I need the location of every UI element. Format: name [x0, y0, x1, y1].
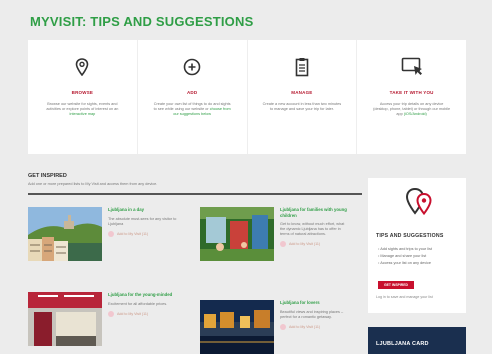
ljubljana-card-banner[interactable]: LJUBLJANA CARD [368, 327, 466, 354]
step-add[interactable]: ADD Create your own list of things to do… [138, 40, 248, 154]
card-desc: Beautiful views and inspiring places – p… [280, 309, 344, 319]
add-circle-icon [108, 230, 114, 237]
list-item: Add sights and trips to your list [378, 246, 432, 253]
card-desc: Get to know, without much effort, what t… [280, 222, 345, 236]
map-pin-icon [75, 54, 89, 80]
login-text[interactable]: Log in to save and manage your list [376, 295, 433, 299]
list-item[interactable]: Ljubljana for the young-minded Excitemen… [28, 292, 178, 346]
get-inspired-button[interactable]: GET INSPIRED [378, 281, 414, 289]
card-title[interactable]: Ljubljana for the young-minded [108, 292, 178, 298]
card-title[interactable]: Ljubljana for families with young childr… [280, 207, 350, 218]
list-item: Manage and share your list [378, 253, 432, 260]
step-label: TAKE IT WITH YOU [389, 90, 434, 95]
clipboard-icon [295, 54, 309, 80]
list-item: Access your list on any device [378, 260, 432, 267]
map-pins-icon [404, 186, 434, 227]
step-label: ADD [186, 90, 198, 95]
card-desc: The absolute must-sees for any visitor t… [108, 216, 177, 226]
tips-list: Add sights and trips to your list Manage… [378, 246, 432, 267]
ljubljana-castle-photo[interactable] [28, 207, 102, 261]
tips-sidebar: TIPS AND SUGGESTIONS Add sights and trip… [368, 178, 466, 313]
family-park-photo[interactable] [200, 207, 274, 261]
cafe-photo[interactable] [28, 292, 102, 346]
divider [28, 193, 362, 195]
page-title: MYVISIT: TIPS AND SUGGESTIONS [30, 14, 254, 29]
add-to-my-visit-link[interactable]: Add to My Visit (11) [280, 323, 350, 330]
add-to-my-visit-link[interactable]: Add to My Visit (11) [108, 310, 178, 317]
list-item[interactable]: Ljubljana in a day The absolute must-see… [28, 207, 178, 261]
step-desc: Create your own list of things to do and… [153, 102, 231, 116]
add-to-my-visit-link[interactable]: Add to My Visit (11) [280, 241, 350, 247]
list-item[interactable]: Ljubljana for lovers Beautiful views and… [200, 300, 350, 354]
steps-panel: BROWSE Browse our website for sights, ev… [28, 40, 466, 154]
get-inspired-subtitle: Add one or more prepared lists to My Vis… [28, 182, 158, 186]
list-item[interactable]: Ljubljana for families with young childr… [200, 207, 350, 261]
step-desc: Browse our website for sights, events an… [46, 102, 119, 116]
step-browse[interactable]: BROWSE Browse our website for sights, ev… [28, 40, 138, 154]
step-desc: Access your trip details on any device (… [373, 102, 451, 116]
step-label: MANAGE [291, 90, 313, 95]
mobile-app-link[interactable]: (iOS/Android) [404, 112, 427, 116]
add-circle-icon [183, 54, 201, 80]
add-circle-icon [280, 241, 286, 247]
add-to-my-visit-link[interactable]: Add to My Visit (11) [108, 230, 178, 237]
step-desc: Create a new account in less than two mi… [262, 102, 342, 111]
ljubljana-card-title: LJUBLJANA CARD [376, 341, 429, 347]
card-title[interactable]: Ljubljana in a day [108, 207, 178, 213]
interactive-map-link[interactable]: interactive map [70, 112, 96, 116]
step-label: BROWSE [71, 90, 94, 95]
add-circle-icon [108, 310, 114, 317]
step-take-it-with-you[interactable]: TAKE IT WITH YOU Access your trip detail… [357, 40, 466, 154]
add-circle-icon [280, 323, 286, 330]
night-riverbank-photo[interactable] [200, 300, 274, 354]
step-manage[interactable]: MANAGE Create a new account in less than… [248, 40, 358, 154]
card-title[interactable]: Ljubljana for lovers [280, 300, 350, 306]
get-inspired-heading: GET INSPIRED [28, 173, 67, 179]
tablet-touch-icon [401, 54, 423, 80]
tips-title: TIPS AND SUGGESTIONS [376, 233, 444, 239]
card-desc: Excitement for all affordable prices. [108, 301, 168, 306]
page: MYVISIT: TIPS AND SUGGESTIONS BROWSE Bro… [0, 0, 492, 354]
